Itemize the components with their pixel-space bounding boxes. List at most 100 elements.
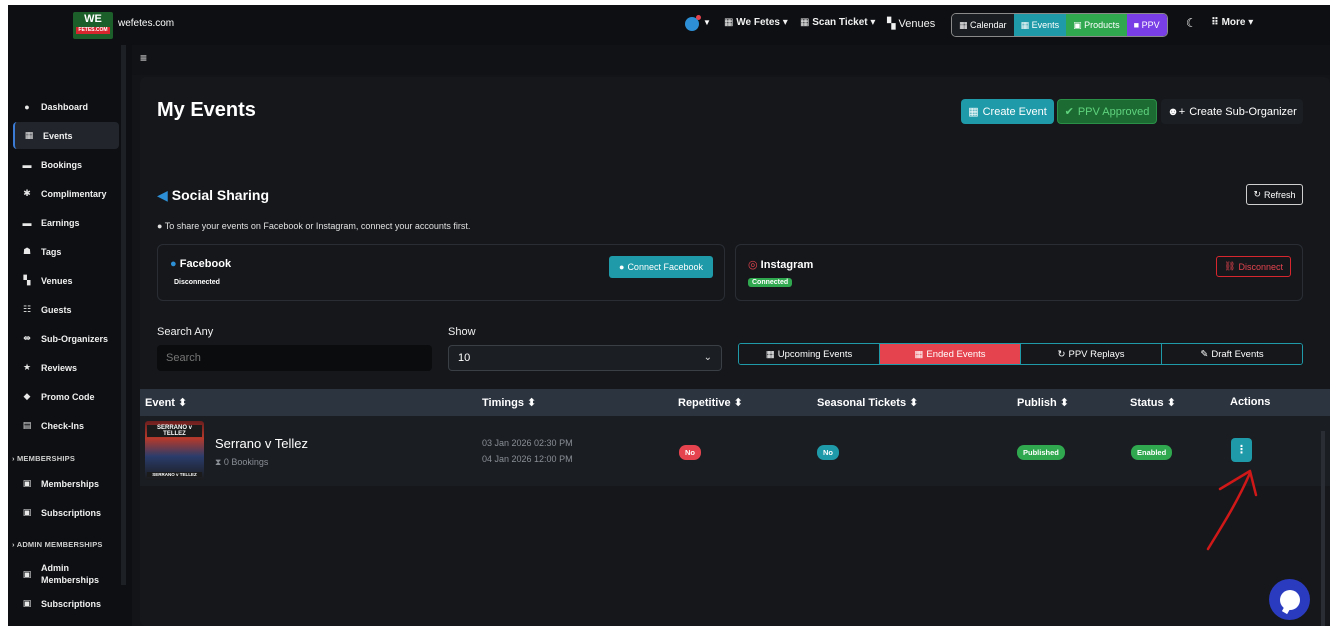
site-name[interactable]: wefetes.com [118, 18, 174, 29]
calendar-icon: ▦ [959, 20, 968, 30]
logo-text: WE [84, 13, 102, 25]
social-note-text: To share your events on Facebook or Inst… [164, 221, 471, 231]
chat-widget-button[interactable] [1269, 579, 1310, 620]
chevron-down-icon[interactable]: ▼ [703, 18, 711, 27]
dark-mode-toggle-icon[interactable]: ☾ [1186, 16, 1197, 30]
column-header-seasonal-tickets[interactable]: Seasonal Tickets ⬍ [817, 396, 918, 409]
sidebar-item-subscriptions[interactable]: ▣ Subscriptions [13, 499, 119, 526]
tab-label: Upcoming Events [777, 348, 853, 360]
chevron-down-icon: ▾ [1248, 17, 1254, 28]
sidebar-item-check-ins[interactable]: ▤ Check-Ins [13, 412, 119, 439]
sidebar-item-sub-organizers[interactable]: ⇹ Sub-Organizers [13, 325, 119, 352]
top-navbar: WE FETES.COM wefetes.com ▼ ▦ We Fetes ▾ … [8, 5, 1330, 45]
nav-scan-ticket[interactable]: ▦ Scan Ticket ▾ [800, 17, 875, 28]
sidebar-item-guests[interactable]: ☷ Guests [13, 296, 119, 323]
sidebar-item-complimentary[interactable]: ✱ Complimentary [13, 180, 119, 207]
column-header-event[interactable]: Event ⬍ [145, 396, 187, 409]
sidebar-item-venues[interactable]: ▚ Venues [13, 267, 119, 294]
disconnect-instagram-button[interactable]: ⛓ Disconnect [1216, 256, 1291, 277]
event-thumbnail[interactable]: SERRANO v TELLEZ SERRANO v TELLEZ [145, 421, 204, 480]
nav-more[interactable]: ⠿ More ▾ [1211, 17, 1253, 28]
tab-ended-events[interactable]: ▦ Ended Events [880, 344, 1021, 364]
sidebar-item-memberships[interactable]: ▣ Memberships [13, 470, 119, 497]
event-start-time: 03 Jan 2026 02:30 PM [482, 438, 573, 448]
building-icon: ▤ [22, 420, 32, 430]
facebook-icon: ● [170, 258, 177, 270]
column-header-publish[interactable]: Publish ⬍ [1017, 396, 1069, 409]
mode-switcher: ▦ Calendar ▦ Events ▣ Products ■ PPV [951, 13, 1168, 37]
instagram-icon: ◎ [748, 259, 758, 271]
ppv-approved-button[interactable]: ✔ PPV Approved [1057, 99, 1157, 124]
calendar-icon: ▦ [24, 130, 34, 140]
unlink-icon: ⛓ [1224, 261, 1236, 271]
refresh-label: Refresh [1264, 189, 1296, 200]
sidebar-item-label: Promo Code [41, 391, 95, 402]
row-actions-menu-button[interactable]: ⋮ [1231, 438, 1252, 462]
content-scrollbar[interactable] [1321, 431, 1325, 626]
brand-logo[interactable]: WE FETES.COM [73, 12, 113, 39]
event-name[interactable]: Serrano v Tellez [215, 436, 308, 451]
search-input[interactable] [157, 345, 432, 371]
mode-events[interactable]: ▦ Events [1013, 14, 1067, 36]
mode-ppv[interactable]: ■ PPV [1126, 14, 1167, 36]
id-card-icon: ▣ [22, 478, 32, 488]
show-entries-select[interactable]: 10 ⌄ [448, 345, 722, 371]
column-header-label: Timings [482, 397, 524, 409]
connect-facebook-button[interactable]: ● Connect Facebook [609, 256, 713, 278]
nav-venues[interactable]: ▚ Venues [887, 17, 935, 30]
ticket-icon: ▬ [22, 159, 32, 170]
calendar-x-icon: ▦ [914, 348, 924, 360]
nav-we-fetes[interactable]: ▦ We Fetes ▾ [724, 17, 788, 28]
sub-topbar: ≡ [132, 45, 1330, 75]
publish-status-badge[interactable]: Published [1017, 445, 1065, 460]
megaphone-icon: ◀ [157, 187, 168, 203]
sidebar-item-admin-memberships[interactable]: ▣ Admin Memberships [13, 557, 119, 591]
event-bookings: ⧗ 0 Bookings [215, 457, 268, 468]
star-icon: ★ [22, 362, 32, 372]
id-card-icon: ▣ [22, 598, 32, 608]
tag-icon: ◆ [23, 391, 31, 401]
sidebar-item-label: Subscriptions [41, 507, 102, 518]
id-card-icon: ▣ [22, 568, 32, 579]
create-event-button[interactable]: ▦ Create Event [961, 99, 1054, 124]
sidebar-item-events[interactable]: ▦ Events [13, 122, 119, 149]
sidebar-item-promo-code[interactable]: ◆ Promo Code [13, 383, 119, 410]
sidebar-item-admin-subscriptions[interactable]: ▣ Subscriptions [13, 590, 119, 617]
tab-ppv-replays[interactable]: ↻ PPV Replays [1021, 344, 1162, 364]
tab-draft-events[interactable]: ✎ Draft Events [1162, 344, 1302, 364]
mode-calendar[interactable]: ▦ Calendar [952, 14, 1014, 36]
seasonal-tickets-badge: No [817, 445, 839, 460]
create-sub-organizer-label: Create Sub-Organizer [1189, 105, 1297, 118]
thumbnail-title: SERRANO v TELLEZ [147, 425, 202, 437]
instagram-status-badge: Connected [748, 278, 793, 287]
create-sub-organizer-button[interactable]: ☻+ Create Sub-Organizer [1161, 99, 1303, 124]
sidebar-item-tags[interactable]: ☗ Tags [13, 238, 119, 265]
main-content: My Events ▦ Create Event ✔ PPV Approved ☻+… [140, 77, 1330, 626]
tab-upcoming-events[interactable]: ▦ Upcoming Events [739, 344, 880, 364]
sidebar-item-reviews[interactable]: ★ Reviews [13, 354, 119, 381]
sidebar-item-label: Sub-Organizers [41, 333, 109, 344]
building-icon: ▦ [724, 17, 734, 28]
mode-products[interactable]: ▣ Products [1066, 14, 1127, 36]
sidebar-item-bookings[interactable]: ▬ Bookings [13, 151, 119, 178]
column-header-repetitive[interactable]: Repetitive ⬍ [678, 396, 743, 409]
sidebar-item-earnings[interactable]: ▬ Earnings [13, 209, 119, 236]
sidebar-item-dashboard[interactable]: ● Dashboard [13, 93, 119, 120]
sort-icon: ⬍ [1166, 397, 1176, 409]
redo-icon: ↻ [1057, 348, 1066, 360]
sidebar-scrollbar[interactable] [121, 45, 126, 585]
hourglass-icon: ⧗ [215, 457, 222, 467]
column-header-label: Publish [1017, 397, 1057, 409]
column-header-label: Seasonal Tickets [817, 397, 907, 409]
sort-icon: ⬍ [1059, 397, 1070, 409]
status-badge[interactable]: Enabled [1131, 445, 1173, 460]
column-header-timings[interactable]: Timings ⬍ [482, 396, 536, 409]
search-label: Search Any [157, 326, 214, 338]
video-icon: ■ [1133, 20, 1140, 30]
column-header-status[interactable]: Status ⬍ [1130, 396, 1176, 409]
refresh-button[interactable]: ↻ Refresh [1246, 184, 1303, 205]
hamburger-menu-icon[interactable]: ≡ [140, 51, 147, 65]
column-header-label: Repetitive [678, 397, 731, 409]
info-circle-icon: ● [24, 101, 30, 112]
notification-bell-icon[interactable] [685, 15, 701, 31]
